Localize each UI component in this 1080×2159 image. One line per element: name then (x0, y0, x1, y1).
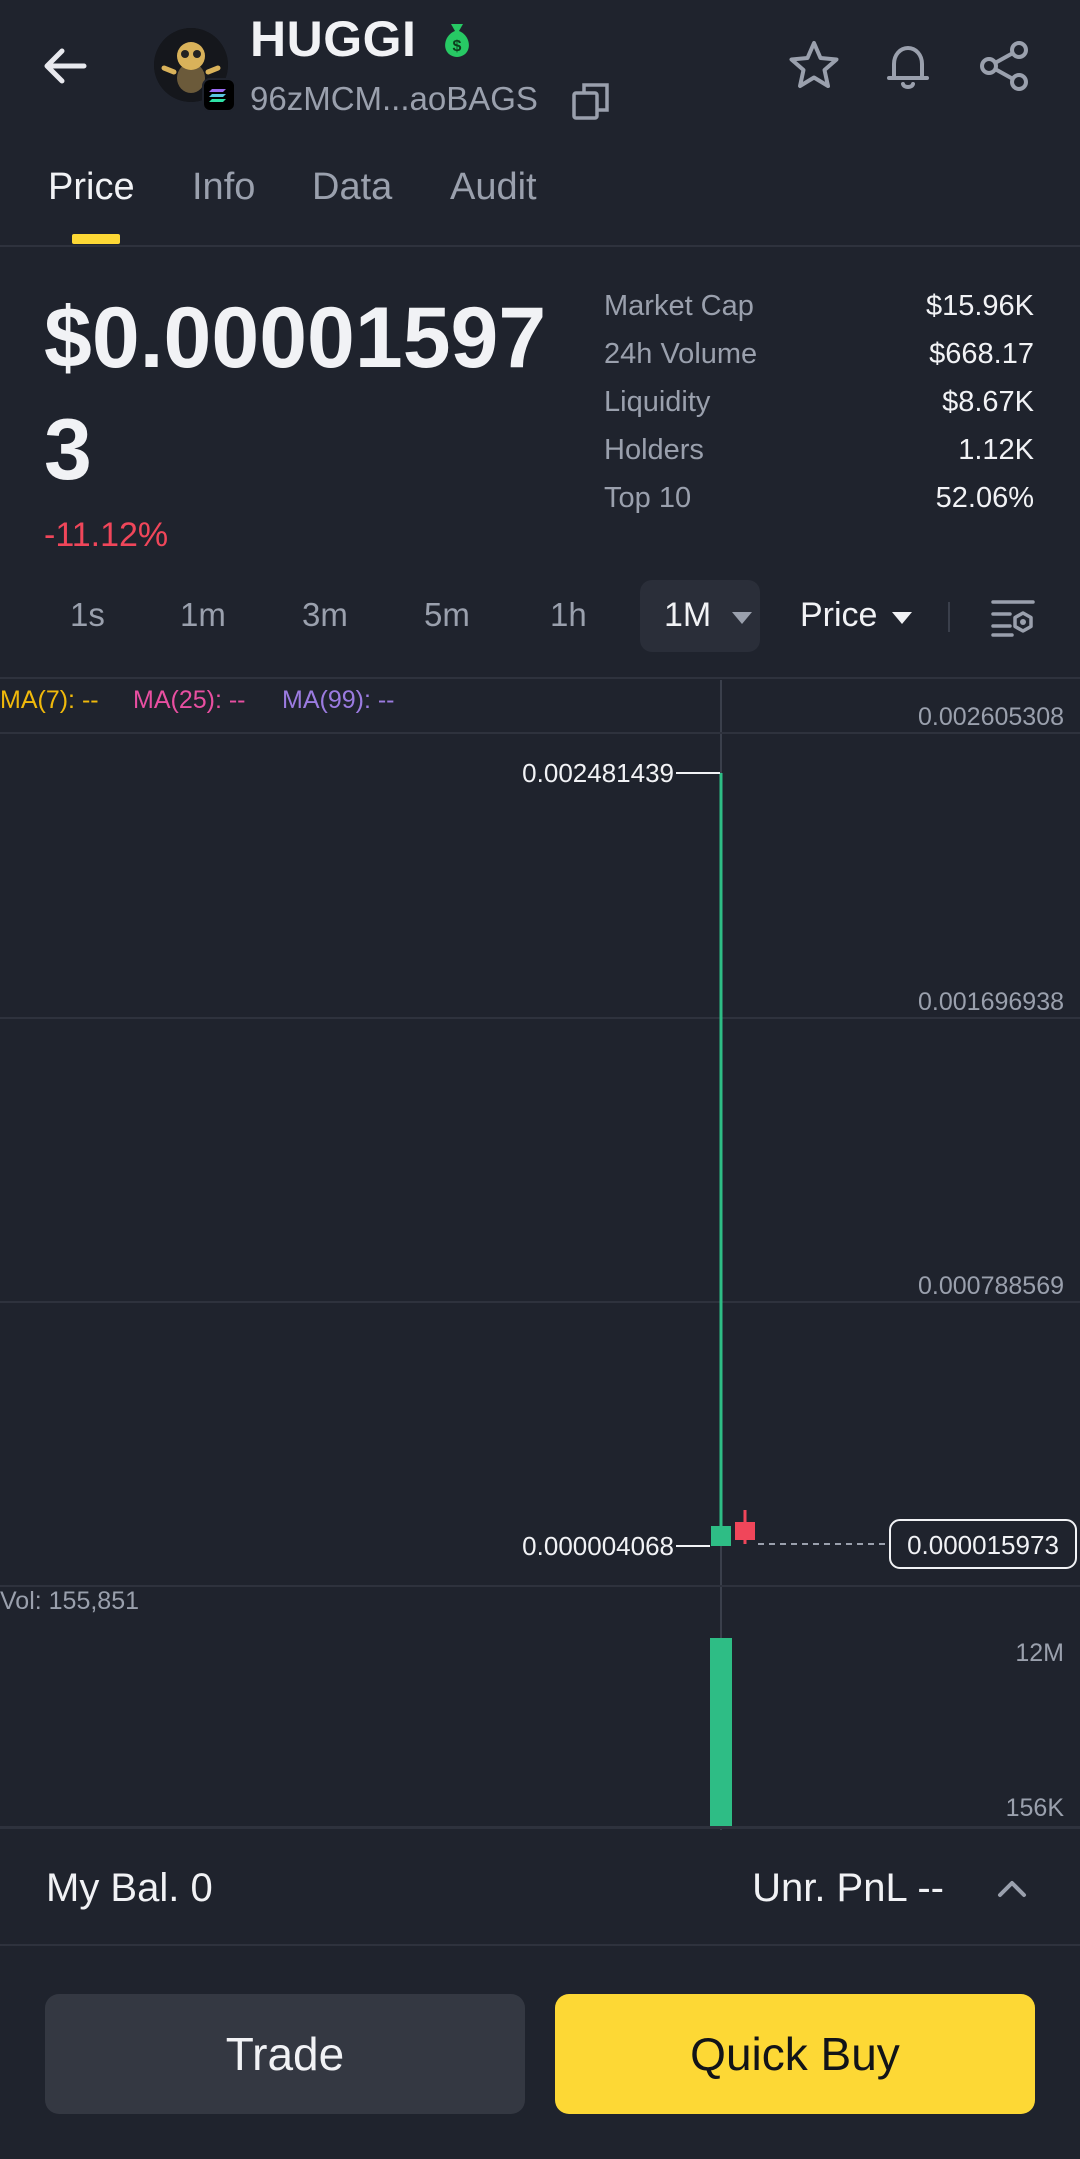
high-price-label: 0.002481439 (522, 758, 674, 788)
volume-tick-label: 12M (1015, 1639, 1064, 1667)
chevron-up-icon[interactable] (992, 1868, 1032, 1908)
star-icon[interactable] (786, 38, 842, 94)
candle-body-down (735, 1522, 755, 1540)
interval-1h[interactable]: 1h (550, 596, 587, 634)
chart-settings-icon[interactable] (990, 596, 1036, 638)
svg-text:$: $ (453, 38, 462, 55)
price-chart[interactable]: 0.002605308 0.001696938 0.000788569 0.00… (0, 680, 1080, 1830)
stat-value-top10: 52.06% (935, 482, 1034, 514)
low-price-label: 0.000004068 (522, 1531, 674, 1561)
divider (0, 677, 1080, 679)
trade-button[interactable]: Trade (45, 1994, 525, 2114)
token-address: 96zMCM...aoBAGS (250, 80, 538, 117)
y-tick-label: 0.001696938 (918, 988, 1064, 1016)
stat-label-market-cap: Market Cap (604, 290, 754, 322)
tab-price[interactable]: Price (48, 166, 135, 209)
solana-chain-icon (202, 78, 236, 112)
money-bag-icon: $ (445, 24, 469, 57)
volume-bar-up (710, 1638, 732, 1828)
copy-icon[interactable] (570, 80, 612, 122)
y-tick-label: 0.000788569 (918, 1272, 1064, 1300)
divider (0, 245, 1080, 247)
interval-1s[interactable]: 1s (70, 596, 105, 634)
bell-icon[interactable] (880, 38, 936, 94)
volume-tick-label: 156K (1006, 1794, 1065, 1822)
stat-value-liquidity: $8.67K (942, 386, 1034, 418)
my-balance: My Bal. 0 (46, 1866, 213, 1910)
divider (948, 602, 950, 632)
share-icon[interactable] (976, 38, 1032, 94)
stat-value-holders: 1.12K (958, 434, 1034, 466)
interval-5m[interactable]: 5m (424, 596, 470, 634)
price-mode-dropdown[interactable]: Price (800, 596, 877, 635)
tab-audit[interactable]: Audit (450, 166, 537, 209)
chevron-down-icon (892, 612, 912, 624)
divider (0, 1826, 1080, 1829)
tab-info[interactable]: Info (192, 166, 255, 209)
stat-value-market-cap: $15.96K (925, 290, 1034, 322)
stat-label-holders: Holders (604, 434, 704, 466)
interval-1m[interactable]: 1m (180, 596, 226, 634)
price-change: -11.12% (44, 516, 169, 554)
stat-label-volume: 24h Volume (604, 338, 758, 370)
stat-label-liquidity: Liquidity (604, 386, 711, 418)
interval-3m[interactable]: 3m (302, 596, 348, 634)
unrealized-pnl: Unr. PnL -- (752, 1866, 944, 1910)
volume-label: Vol: 155,851 (0, 1587, 139, 1615)
current-price: $0.000015973 (44, 290, 547, 498)
back-arrow-icon[interactable] (36, 36, 96, 96)
stat-label-top10: Top 10 (604, 482, 692, 514)
stat-value-volume: $668.17 (929, 338, 1034, 370)
quick-buy-button[interactable]: Quick Buy (555, 1994, 1035, 2114)
active-tab-indicator (72, 234, 120, 244)
divider (0, 1944, 1080, 1946)
token-detail-screen: HUGGI $ 96zMCM...aoBAGS Price Info Data … (0, 0, 1080, 2159)
token-name: HUGGI (250, 11, 417, 67)
chevron-down-icon (732, 612, 752, 624)
candle-body-up (711, 1526, 731, 1546)
interval-selected[interactable]: 1M (664, 596, 711, 635)
tab-data[interactable]: Data (312, 166, 392, 209)
y-tick-label: 0.002605308 (918, 703, 1064, 731)
last-price-label: 0.000015973 (907, 1530, 1059, 1560)
